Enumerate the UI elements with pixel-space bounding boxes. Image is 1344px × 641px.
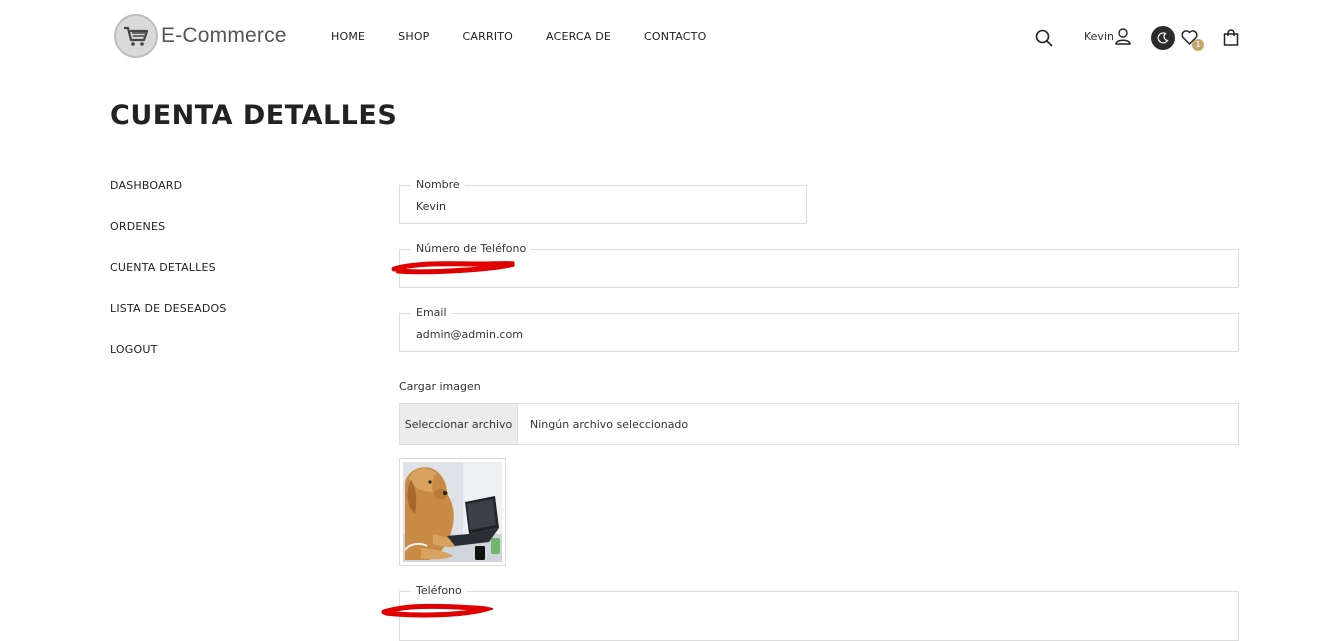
file-upload-input[interactable]: Seleccionar archivo Ningún archivo selec… [399, 403, 1239, 445]
cart-button[interactable] [1223, 29, 1239, 46]
phone-label: Teléfono [411, 584, 467, 598]
nav-shop[interactable]: SHOP [398, 30, 429, 43]
redaction-mark [391, 261, 515, 275]
user-name: Kevin [1084, 30, 1114, 43]
sidebar-item-logout[interactable]: LOGOUT [110, 344, 227, 385]
phone-number-field[interactable]: Número de Teléfono [399, 242, 1239, 288]
nav-acerca-de[interactable]: ACERCA DE [546, 30, 611, 43]
email-value: admin@admin.com [416, 328, 523, 341]
name-label: Nombre [411, 178, 465, 192]
sidebar-item-cuenta-detalles[interactable]: CUENTA DETALLES [110, 262, 227, 303]
page-title: CUENTA DETALLES [110, 100, 398, 131]
nav-carrito[interactable]: CARRITO [463, 30, 514, 43]
nav-contacto[interactable]: CONTACTO [644, 30, 706, 43]
phone-number-label: Número de Teléfono [411, 242, 532, 256]
search-icon [1035, 29, 1053, 47]
user-icon [1115, 28, 1131, 45]
site-header: E-Commerce HOME SHOP CARRITO ACERCA DE C… [0, 0, 1344, 76]
dark-mode-toggle[interactable] [1151, 26, 1175, 50]
email-label: Email [411, 306, 452, 320]
name-field[interactable]: Nombre Kevin [399, 178, 807, 224]
main-nav: HOME SHOP CARRITO ACERCA DE CONTACTO [331, 30, 739, 43]
search-button[interactable] [1035, 29, 1053, 47]
shopping-bag-icon [1223, 29, 1239, 46]
name-value: Kevin [416, 200, 446, 213]
cart-logo-icon [114, 14, 158, 58]
choose-file-button[interactable]: Seleccionar archivo [400, 404, 518, 444]
logo-text: E-Commerce [161, 24, 287, 47]
sidebar-item-ordenes[interactable]: ORDENES [110, 221, 227, 262]
sidebar-item-dashboard[interactable]: DASHBOARD [110, 180, 227, 221]
phone-field[interactable]: Teléfono [399, 584, 1239, 641]
moon-icon [1151, 26, 1175, 50]
site-logo[interactable]: E-Commerce [114, 14, 287, 58]
account-sidebar: DASHBOARD ORDENES CUENTA DETALLES LISTA … [110, 180, 227, 385]
sidebar-item-lista-de-deseados[interactable]: LISTA DE DESEADOS [110, 303, 227, 344]
nav-home[interactable]: HOME [331, 30, 365, 43]
account-button[interactable]: Kevin [1084, 28, 1131, 45]
email-field[interactable]: Email admin@admin.com [399, 306, 1239, 352]
dog-with-laptop-image [403, 462, 502, 562]
profile-image-preview [399, 458, 506, 566]
redaction-mark-2 [381, 603, 493, 618]
wishlist-count-badge: 1 [1192, 39, 1204, 51]
upload-label: Cargar imagen [399, 380, 481, 393]
file-status-text: Ningún archivo seleccionado [530, 417, 689, 431]
